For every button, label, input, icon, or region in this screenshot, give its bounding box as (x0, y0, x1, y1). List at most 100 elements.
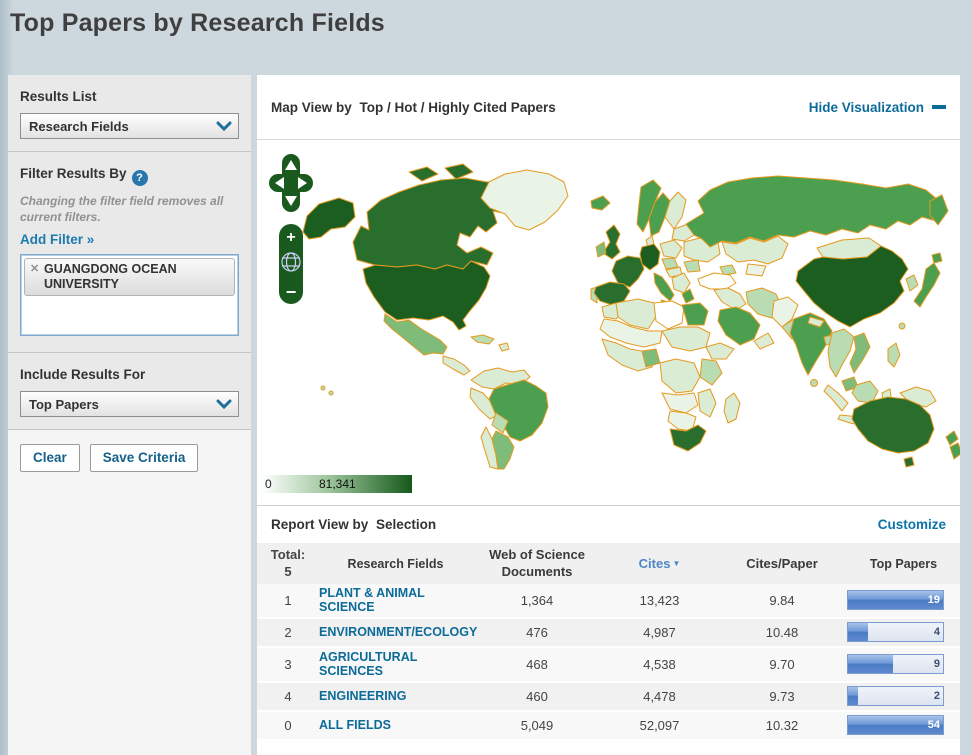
cites-per-paper-value: 9.70 (717, 657, 847, 672)
zoom-in-button[interactable]: + (286, 229, 295, 246)
main-panel: Map View by Top / Hot / Highly Cited Pap… (257, 75, 960, 755)
include-results-dropdown[interactable]: Top Papers (20, 391, 239, 417)
map-view-prefix: Map View by (271, 100, 352, 115)
legend-min-value: 0 (265, 477, 272, 491)
map-view-header: Map View by Top / Hot / Highly Cited Pap… (257, 75, 960, 140)
top-papers-bar: 4 (847, 622, 944, 642)
filter-results-by-text: Filter Results By (20, 166, 127, 181)
report-view-value: Selection (376, 517, 436, 532)
cites-value: 4,478 (602, 689, 717, 704)
research-field-link[interactable]: ENGINEERING (319, 689, 407, 703)
save-criteria-button[interactable]: Save Criteria (90, 444, 199, 472)
clear-button[interactable]: Clear (20, 444, 80, 472)
wos-docs-value: 468 (472, 657, 602, 672)
row-rank: 2 (257, 625, 319, 640)
row-rank: 0 (257, 718, 319, 733)
filter-note: Changing the filter field removes all cu… (20, 194, 239, 225)
zoom-out-button[interactable]: − (286, 282, 297, 302)
results-list-selected-value: Research Fields (29, 119, 129, 134)
results-list-dropdown[interactable]: Research Fields (20, 113, 239, 139)
column-header-total: Total: 5 (257, 547, 319, 580)
report-view-header: Report View by Selection Customize (257, 506, 960, 543)
bar-fill (848, 687, 858, 705)
map-legend: 0 81,341 (257, 470, 960, 506)
chevron-down-icon (216, 399, 232, 409)
row-rank: 3 (257, 657, 319, 672)
filter-list-box: ✕ GUANGDONG OCEAN UNIVERSITY (20, 254, 239, 336)
hide-visualization-link[interactable]: Hide Visualization (809, 100, 946, 115)
table-row: 2 ENVIRONMENT/ECOLOGY 476 4,987 10.48 4 (257, 619, 960, 648)
wos-docs-value: 1,364 (472, 593, 602, 608)
research-field-link[interactable]: ENVIRONMENT/ECOLOGY (319, 625, 441, 639)
results-table: Total: 5 Research Fields Web of Science … (257, 543, 960, 741)
chevron-down-icon (216, 121, 232, 131)
table-row: 4 ENGINEERING 460 4,478 9.73 2 (257, 683, 960, 712)
top-papers-value: 4 (934, 626, 940, 638)
research-field-link[interactable]: ALL FIELDS (319, 718, 391, 732)
filter-tag-label: GUANGDONG OCEAN UNIVERSITY (44, 262, 229, 291)
wos-docs-value: 476 (472, 625, 602, 640)
map-region: + − (257, 140, 960, 470)
cites-header-label: Cites (639, 556, 671, 571)
remove-filter-icon[interactable]: ✕ (30, 263, 39, 276)
top-papers-value: 9 (934, 658, 940, 670)
include-results-label: Include Results For (20, 367, 239, 382)
column-header-cites[interactable]: Cites▼ (602, 556, 717, 571)
map-view-title: Map View by Top / Hot / Highly Cited Pap… (271, 100, 556, 115)
wos-docs-value: 460 (472, 689, 602, 704)
column-header-wos-documents[interactable]: Web of Science Documents (472, 547, 602, 580)
cites-value: 52,097 (602, 718, 717, 733)
continent-south-america[interactable] (470, 368, 548, 469)
report-view-title: Report View by Selection (271, 517, 436, 532)
continent-north-america[interactable] (303, 164, 568, 395)
add-filter-link[interactable]: Add Filter » (20, 232, 94, 247)
cites-per-paper-value: 10.48 (717, 625, 847, 640)
top-papers-value: 19 (928, 594, 940, 606)
column-header-top-papers[interactable]: Top Papers (847, 557, 960, 571)
table-row: 0 ALL FIELDS 5,049 52,097 10.32 54 (257, 712, 960, 741)
world-map[interactable] (257, 140, 960, 470)
results-list-label: Results List (20, 89, 239, 104)
cites-per-paper-value: 9.73 (717, 689, 847, 704)
research-field-link[interactable]: AGRICULTURAL SCIENCES (319, 650, 441, 679)
column-header-cites-per-paper[interactable]: Cites/Paper (717, 556, 847, 571)
table-header-row: Total: 5 Research Fields Web of Science … (257, 543, 960, 584)
sort-descending-icon: ▼ (672, 559, 680, 568)
filter-section: Filter Results By? Changing the filter f… (8, 152, 251, 353)
total-value: 5 (257, 564, 319, 580)
filter-results-by-label: Filter Results By? (20, 166, 239, 186)
customize-link[interactable]: Customize (878, 517, 946, 532)
map-zoom-control[interactable]: + − (279, 224, 303, 304)
top-papers-value: 54 (928, 719, 940, 731)
help-icon[interactable]: ? (132, 170, 148, 186)
research-field-link[interactable]: PLANT & ANIMAL SCIENCE (319, 586, 441, 615)
wos-docs-value: 5,049 (472, 718, 602, 733)
top-papers-bar: 19 (847, 590, 944, 610)
sidebar: Results List Research Fields Filter Resu… (8, 75, 252, 755)
top-papers-bar: 54 (847, 715, 944, 735)
sidebar-actions: Clear Save Criteria (8, 430, 251, 755)
collapse-icon (932, 105, 946, 109)
bar-fill (848, 623, 868, 641)
map-view-value: Top / Hot / Highly Cited Papers (360, 100, 556, 115)
legend-max-value: 81,341 (319, 477, 356, 491)
row-rank: 1 (257, 593, 319, 608)
filter-tag[interactable]: ✕ GUANGDONG OCEAN UNIVERSITY (24, 258, 235, 296)
table-row: 3 AGRICULTURAL SCIENCES 468 4,538 9.70 9 (257, 648, 960, 683)
page-title: Top Papers by Research Fields (10, 9, 385, 38)
row-rank: 4 (257, 689, 319, 704)
results-list-section: Results List Research Fields (8, 75, 251, 152)
map-pan-control[interactable] (269, 154, 313, 212)
top-papers-bar: 9 (847, 654, 944, 674)
cites-value: 13,423 (602, 593, 717, 608)
total-label: Total: (257, 547, 319, 563)
top-papers-bar: 2 (847, 686, 944, 706)
table-row: 1 PLANT & ANIMAL SCIENCE 1,364 13,423 9.… (257, 584, 960, 619)
column-header-research-fields[interactable]: Research Fields (319, 557, 472, 571)
map-controls: + − (267, 152, 315, 317)
cites-per-paper-value: 10.32 (717, 718, 847, 733)
continent-asia[interactable] (686, 176, 948, 427)
continent-oceania[interactable] (852, 397, 960, 467)
report-view-prefix: Report View by (271, 517, 368, 532)
hide-visualization-label: Hide Visualization (809, 100, 924, 115)
